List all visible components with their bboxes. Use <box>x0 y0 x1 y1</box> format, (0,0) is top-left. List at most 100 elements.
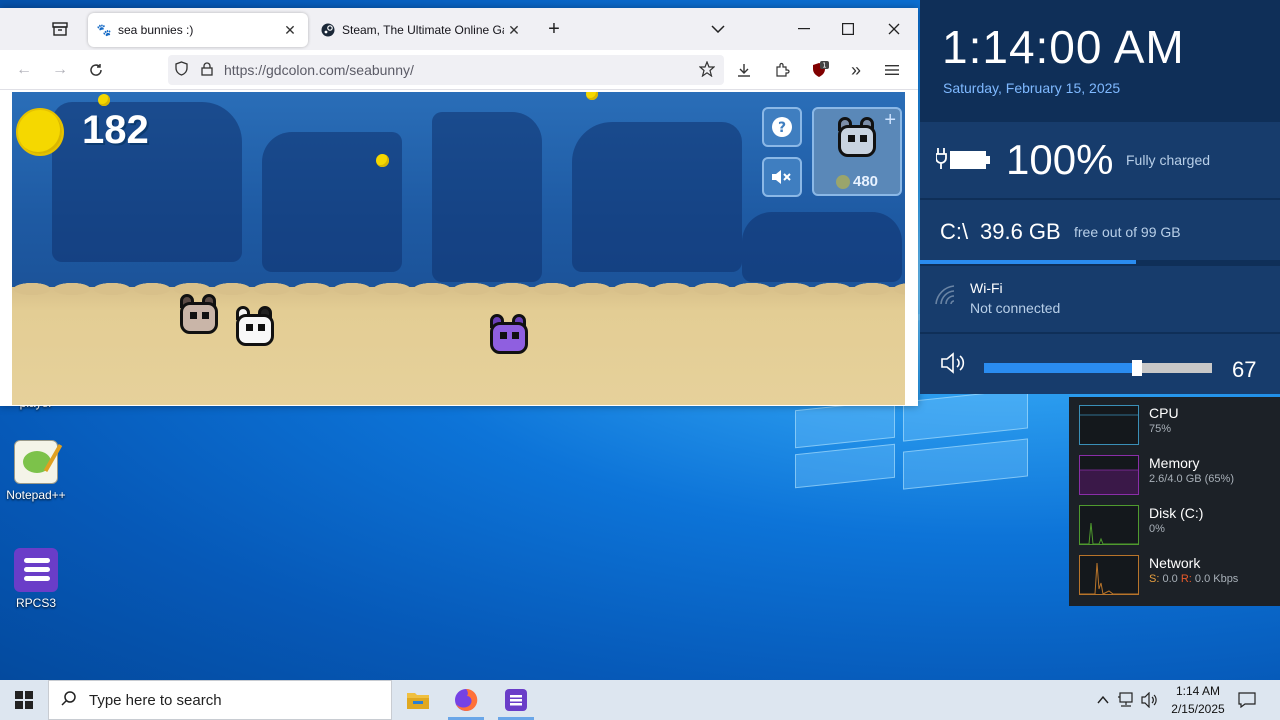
ublock-extension-button[interactable]: 1 <box>808 59 832 81</box>
back-button[interactable]: ← <box>12 59 36 81</box>
hamburger-icon <box>885 65 899 75</box>
close-icon <box>888 23 900 35</box>
arrow-left-icon: ← <box>16 61 32 78</box>
maximize-icon <box>842 23 854 35</box>
chevron-up-icon <box>1097 696 1109 704</box>
list-all-tabs-button[interactable] <box>706 18 730 40</box>
memory-graph <box>1079 455 1139 495</box>
desktop-icon-notepad-plus-plus[interactable]: Notepad++ <box>4 440 68 502</box>
battery-row: 100% Fully charged <box>920 122 1280 198</box>
monitor-memory[interactable]: Memory 2.6/4.0 GB (65%) <box>1079 455 1279 497</box>
tab-bar: 🐾 sea bunnies :) ✕ Steam, The Ultimate O… <box>0 8 918 50</box>
clock-time: 1:14:00 AM <box>942 21 1185 73</box>
paw-favicon-icon: 🐾 <box>96 23 112 37</box>
search-icon <box>49 690 89 711</box>
battery-charging-icon <box>936 148 990 169</box>
help-button[interactable]: ? <box>762 107 802 147</box>
system-info-panel: 1:14:00 AM Saturday, February 15, 2025 1… <box>920 0 1280 394</box>
notepad-plus-plus-icon <box>14 440 63 484</box>
coin-counter-icon <box>16 108 64 156</box>
monitor-cpu[interactable]: CPU 75% <box>1079 405 1279 447</box>
download-icon <box>738 64 750 77</box>
monitor-disk[interactable]: Disk (C:) 0% <box>1079 505 1279 547</box>
chevron-down-icon <box>711 25 725 33</box>
close-tab-icon[interactable]: ✕ <box>280 22 300 39</box>
falling-coin[interactable] <box>98 94 110 106</box>
coin-icon <box>836 174 850 189</box>
notifications-button[interactable] <box>1237 690 1257 710</box>
ublock-shield-icon: 1 <box>813 61 829 77</box>
forward-button[interactable]: → <box>48 59 72 81</box>
speaker-icon[interactable] <box>940 352 968 374</box>
close-tab-icon[interactable]: ✕ <box>504 22 524 39</box>
volume-slider[interactable] <box>984 360 1212 376</box>
taskbar-clock-date[interactable]: 2/15/2025 <box>1162 702 1234 716</box>
shop-bunny-icon <box>834 117 880 161</box>
network-graph <box>1079 555 1139 595</box>
drive-free-space: 39.6 GB <box>980 219 1061 244</box>
show-hidden-icons-button[interactable] <box>1093 690 1113 710</box>
taskbar-search-box[interactable]: Type here to search <box>48 680 392 720</box>
minimize-button[interactable] <box>792 18 816 40</box>
speaker-muted-icon <box>772 170 791 184</box>
windows-logo-wallpaper <box>795 388 1030 490</box>
network-disconnected-icon <box>1118 692 1133 707</box>
maximize-button[interactable] <box>836 18 860 40</box>
mute-button[interactable] <box>762 157 802 197</box>
taskbar: Type here to search 1:14 AM 2/15/2025 <box>0 680 1280 720</box>
sea-bunny-purple[interactable] <box>486 314 532 358</box>
sea-bunny-white[interactable] <box>232 306 278 350</box>
reload-button[interactable] <box>84 59 108 81</box>
taskbar-rpcs3[interactable] <box>492 680 540 720</box>
question-mark-icon: ? <box>772 117 792 137</box>
volume-row: 67 <box>920 334 1280 394</box>
underwater-rock <box>262 132 402 272</box>
new-tab-button[interactable]: + <box>542 18 566 40</box>
network-tray-button[interactable] <box>1116 690 1136 710</box>
bookmark-star-icon[interactable] <box>694 59 720 80</box>
monitor-network[interactable]: Network S: 0.0 R: 0.0 Kbps <box>1079 555 1279 597</box>
archive-icon <box>52 22 68 36</box>
desktop-icon-rpcs3[interactable]: RPCS3 <box>4 548 68 610</box>
taskbar-clock-time[interactable]: 1:14 AM <box>1168 684 1228 698</box>
taskbar-file-explorer[interactable] <box>394 680 442 720</box>
sea-bunny-brown[interactable] <box>176 294 222 338</box>
overflow-menu-button[interactable]: » <box>844 59 868 81</box>
buy-bunny-button[interactable]: + 480 <box>812 107 902 196</box>
lock-icon[interactable] <box>194 61 220 79</box>
wifi-title: Wi-Fi <box>970 280 1003 296</box>
tab-steam[interactable]: Steam, The Ultimate Online Game ✕ <box>312 13 532 47</box>
underwater-rock <box>572 122 742 272</box>
clock-date: Saturday, February 15, 2025 <box>943 80 1121 96</box>
svg-text:1: 1 <box>822 62 826 70</box>
plus-icon: + <box>548 17 560 40</box>
wifi-row[interactable]: Wi-Fi Not connected <box>920 266 1280 332</box>
url-bar[interactable]: https://gdcolon.com/seabunny/ <box>168 55 724 85</box>
falling-coin[interactable] <box>586 92 598 100</box>
drive-usage-bar <box>920 260 1280 264</box>
firefox-icon <box>455 688 478 711</box>
extensions-button[interactable] <box>770 59 794 81</box>
search-placeholder: Type here to search <box>89 691 222 709</box>
shield-icon[interactable] <box>168 61 194 79</box>
volume-tray-button[interactable] <box>1140 690 1160 710</box>
taskbar-firefox[interactable] <box>442 680 490 720</box>
drive-total: free out of 99 GB <box>1074 224 1181 240</box>
close-window-button[interactable] <box>882 18 906 40</box>
folder-icon <box>407 693 429 709</box>
wifi-status: Not connected <box>970 300 1061 316</box>
rpcs3-icon <box>14 548 58 592</box>
sand-floor <box>12 279 905 405</box>
plus-icon: + <box>884 109 896 131</box>
volume-slider-thumb[interactable] <box>1131 360 1142 376</box>
tab-list-button[interactable] <box>48 18 72 40</box>
tab-sea-bunnies[interactable]: 🐾 sea bunnies :) ✕ <box>88 13 308 47</box>
app-menu-button[interactable] <box>880 59 904 81</box>
url-text[interactable]: https://gdcolon.com/seabunny/ <box>224 62 414 78</box>
downloads-button[interactable] <box>732 59 756 81</box>
game-canvas[interactable]: 182 ? + 480 <box>12 92 905 405</box>
battery-status: Fully charged <box>1126 152 1211 168</box>
falling-coin[interactable] <box>376 154 389 167</box>
bunny-price: 480 <box>836 173 878 190</box>
start-button[interactable] <box>0 680 48 720</box>
